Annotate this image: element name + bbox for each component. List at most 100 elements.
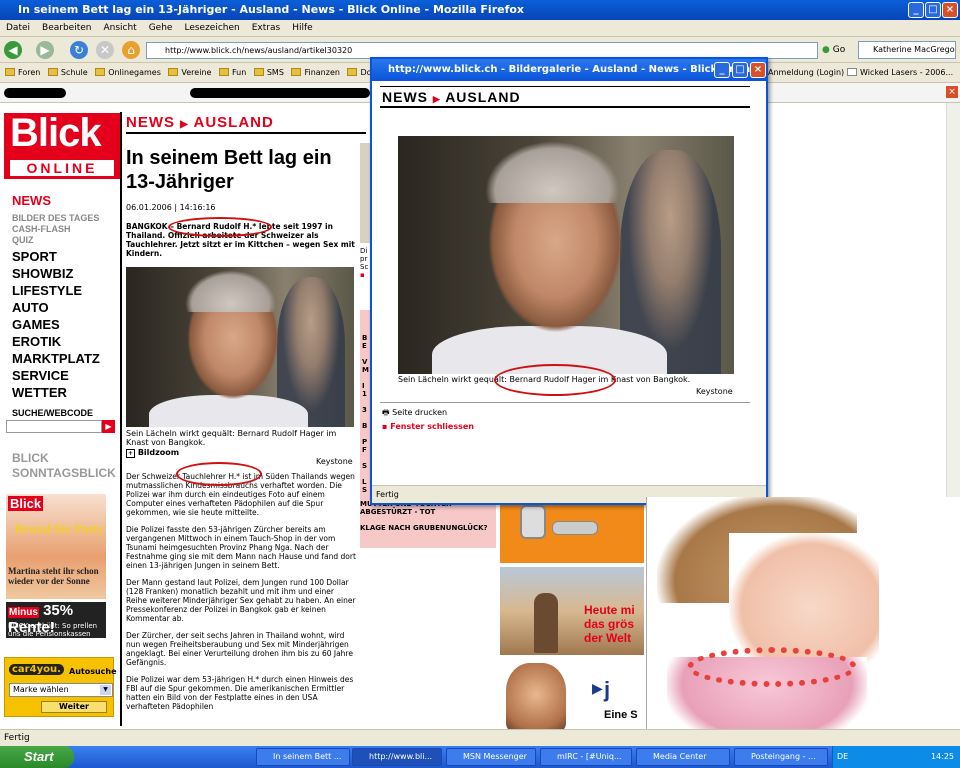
menu-bar: Datei Bearbeiten Ansicht Gehe Lesezeichen Ext… bbox=[0, 20, 960, 37]
plus-icon: + bbox=[126, 449, 136, 458]
ad-phone[interactable] bbox=[500, 497, 644, 563]
nav-auto[interactable]: AUTO bbox=[12, 299, 118, 316]
nav-marktplatz[interactable]: MARKTPLATZ bbox=[12, 350, 118, 367]
article-date: 06.01.2006 | 14:16:16 bbox=[126, 203, 216, 212]
phone-icon bbox=[520, 505, 546, 539]
desktop: In seinem Bett lag ein 13-Jähriger - Aus… bbox=[0, 0, 960, 768]
article-paragraph: Die Polizei fasste den 53-jährigen Zürch… bbox=[126, 525, 356, 570]
task-posteingang[interactable]: Posteingang - ... bbox=[734, 748, 828, 766]
weiter-button[interactable]: Weiter bbox=[41, 701, 107, 713]
sonntagsblick-nav[interactable]: BLICK SONNTAGSBLICK bbox=[12, 451, 116, 481]
menu-bearbeiten[interactable]: Bearbeiten bbox=[42, 23, 91, 33]
image-gallery-popup: http://www.blick.ch - Bildergalerie - Au… bbox=[370, 57, 768, 505]
ad-man[interactable]: ▶ j Eine S bbox=[500, 659, 644, 729]
maximize-icon[interactable]: □ bbox=[732, 62, 748, 78]
popup-photo-credit: Keystone bbox=[696, 387, 733, 396]
close-window-link[interactable]: ▪ Fenster schliessen bbox=[382, 422, 474, 431]
search-input[interactable]: Katherine MacGregor bbox=[858, 41, 956, 59]
bookmark-sms[interactable]: SMS bbox=[249, 68, 284, 77]
ad-desert[interactable]: Heute mi das grös der Welt bbox=[500, 567, 644, 655]
task-mirc[interactable]: mIRC - [#Uniq... bbox=[540, 748, 632, 766]
webcode-input[interactable] bbox=[6, 420, 102, 433]
folder-icon bbox=[5, 68, 15, 76]
nav-erotik[interactable]: EROTIK bbox=[12, 333, 118, 350]
reload-icon[interactable]: ↻ bbox=[70, 41, 88, 59]
breadcrumb-ausland[interactable]: AUSLAND bbox=[194, 114, 274, 131]
bookmark-foren[interactable]: Foren bbox=[0, 68, 40, 77]
promo-patty[interactable]: Blick Brutal für Patty Martina steht ihr… bbox=[6, 494, 106, 599]
brand-select[interactable]: Marke wählen ▼ bbox=[9, 683, 113, 697]
blick-logo[interactable]: Blick ONLINE bbox=[4, 111, 120, 179]
nav-wetter[interactable]: WETTER bbox=[12, 384, 118, 401]
folder-icon bbox=[347, 68, 358, 76]
related-link[interactable]: KLAGE NACH GRUBENUNGLÜCK? bbox=[360, 524, 496, 532]
stop-icon[interactable]: ✕ bbox=[96, 41, 114, 59]
bookmark-anmeldung[interactable]: Anmeldung (Login) bbox=[768, 63, 844, 82]
breadcrumb: NEWS ▶ AUSLAND bbox=[126, 114, 274, 131]
print-page-link[interactable]: 🖶 Seite drucken bbox=[382, 407, 447, 421]
menu-hilfe[interactable]: Hilfe bbox=[292, 23, 312, 33]
article-caption: Sein Lächeln wirkt gequält: Bernard Rudo… bbox=[126, 429, 337, 447]
home-icon[interactable]: ⌂ bbox=[122, 41, 140, 59]
bookmark-wicked-lasers[interactable]: Wicked Lasers - 2006... bbox=[842, 63, 953, 82]
task-media-center[interactable]: Media Center bbox=[636, 748, 730, 766]
breadcrumb-news[interactable]: NEWS bbox=[126, 114, 175, 131]
menu-lesezeichen[interactable]: Lesezeichen bbox=[184, 23, 239, 33]
window-title-bar[interactable]: In seinem Bett lag ein 13-Jähriger - Aus… bbox=[0, 0, 960, 20]
nav-lifestyle[interactable]: LIFESTYLE bbox=[12, 282, 118, 299]
menu-extras[interactable]: Extras bbox=[252, 23, 280, 33]
back-icon[interactable]: ◀ bbox=[4, 41, 22, 59]
nav-cash-flash[interactable]: CASH-FLASH bbox=[12, 224, 118, 235]
webcode-go-button[interactable]: ▶ bbox=[102, 420, 115, 433]
menu-datei[interactable]: Datei bbox=[6, 23, 30, 33]
go-button[interactable]: ● Go bbox=[822, 42, 845, 59]
bookmark-schule[interactable]: Schule bbox=[43, 68, 88, 77]
popup-photo bbox=[398, 136, 734, 374]
maximize-icon[interactable]: □ bbox=[925, 2, 941, 18]
bookmark-onlinegames[interactable]: Onlinegames bbox=[90, 68, 161, 77]
nav-showbiz[interactable]: SHOWBIZ bbox=[12, 265, 118, 282]
language-indicator[interactable]: DE bbox=[837, 752, 848, 761]
task-firefox-article[interactable]: In seinem Bett ... bbox=[256, 748, 350, 766]
close-icon[interactable]: × bbox=[946, 86, 958, 98]
folder-icon bbox=[218, 68, 229, 76]
nav-service[interactable]: SERVICE bbox=[12, 367, 118, 384]
nav-games[interactable]: GAMES bbox=[12, 316, 118, 333]
folder-icon bbox=[168, 68, 179, 76]
menu-ansicht[interactable]: Ansicht bbox=[103, 23, 136, 33]
task-firefox-popup[interactable]: http://www.bli... bbox=[352, 748, 442, 766]
close-icon[interactable]: × bbox=[942, 2, 958, 18]
minimize-icon[interactable]: _ bbox=[714, 62, 730, 78]
article-paragraph: Der Zürcher, der seit sechs Jahren in Th… bbox=[126, 631, 353, 667]
popup-title-bar[interactable]: http://www.blick.ch - Bildergalerie - Au… bbox=[372, 59, 766, 81]
left-navigation: NEWS BILDER DES TAGES CASH-FLASH QUIZ SP… bbox=[12, 192, 118, 401]
printer-icon: 🖶 bbox=[382, 408, 390, 417]
start-button[interactable]: Start bbox=[0, 746, 74, 768]
play-icon: ▶ bbox=[592, 681, 603, 697]
annotation-ellipse bbox=[176, 462, 262, 486]
divider bbox=[380, 106, 750, 108]
nav-sport[interactable]: SPORT bbox=[12, 248, 118, 265]
bullet-icon: ▪ bbox=[382, 422, 388, 431]
promo-rente[interactable]: Minus 35% Rente! BLICK enthüllt: So prel… bbox=[6, 602, 106, 638]
article-paragraph: Die Polizei war dem 53-jährigen H.* durc… bbox=[126, 675, 354, 711]
minimize-icon[interactable]: _ bbox=[908, 2, 924, 18]
forward-icon[interactable]: ▶ bbox=[36, 41, 54, 59]
close-icon[interactable]: × bbox=[750, 62, 766, 78]
menu-gehe[interactable]: Gehe bbox=[149, 23, 173, 33]
chevron-right-icon: ▶ bbox=[432, 94, 441, 104]
nav-news[interactable]: NEWS bbox=[12, 192, 118, 209]
bildzoom-link[interactable]: + Bildzoom bbox=[126, 448, 179, 458]
bookmark-fun[interactable]: Fun bbox=[214, 68, 246, 77]
girl-photo-overlay bbox=[646, 497, 960, 729]
nav-bilder-des-tages[interactable]: BILDER DES TAGES bbox=[12, 213, 118, 224]
task-msn-messenger[interactable]: MSN Messenger bbox=[446, 748, 536, 766]
article-photo[interactable] bbox=[126, 267, 354, 427]
annotation-ellipse bbox=[494, 364, 616, 396]
page-icon bbox=[847, 68, 857, 76]
bookmark-vereine[interactable]: Vereine bbox=[163, 68, 211, 77]
nav-quiz[interactable]: QUIZ bbox=[12, 235, 118, 246]
bookmark-finanzen[interactable]: Finanzen bbox=[286, 68, 340, 77]
folder-icon bbox=[291, 68, 302, 76]
article-paragraph: Der Mann gestand laut Polizei, dem Junge… bbox=[126, 578, 356, 623]
